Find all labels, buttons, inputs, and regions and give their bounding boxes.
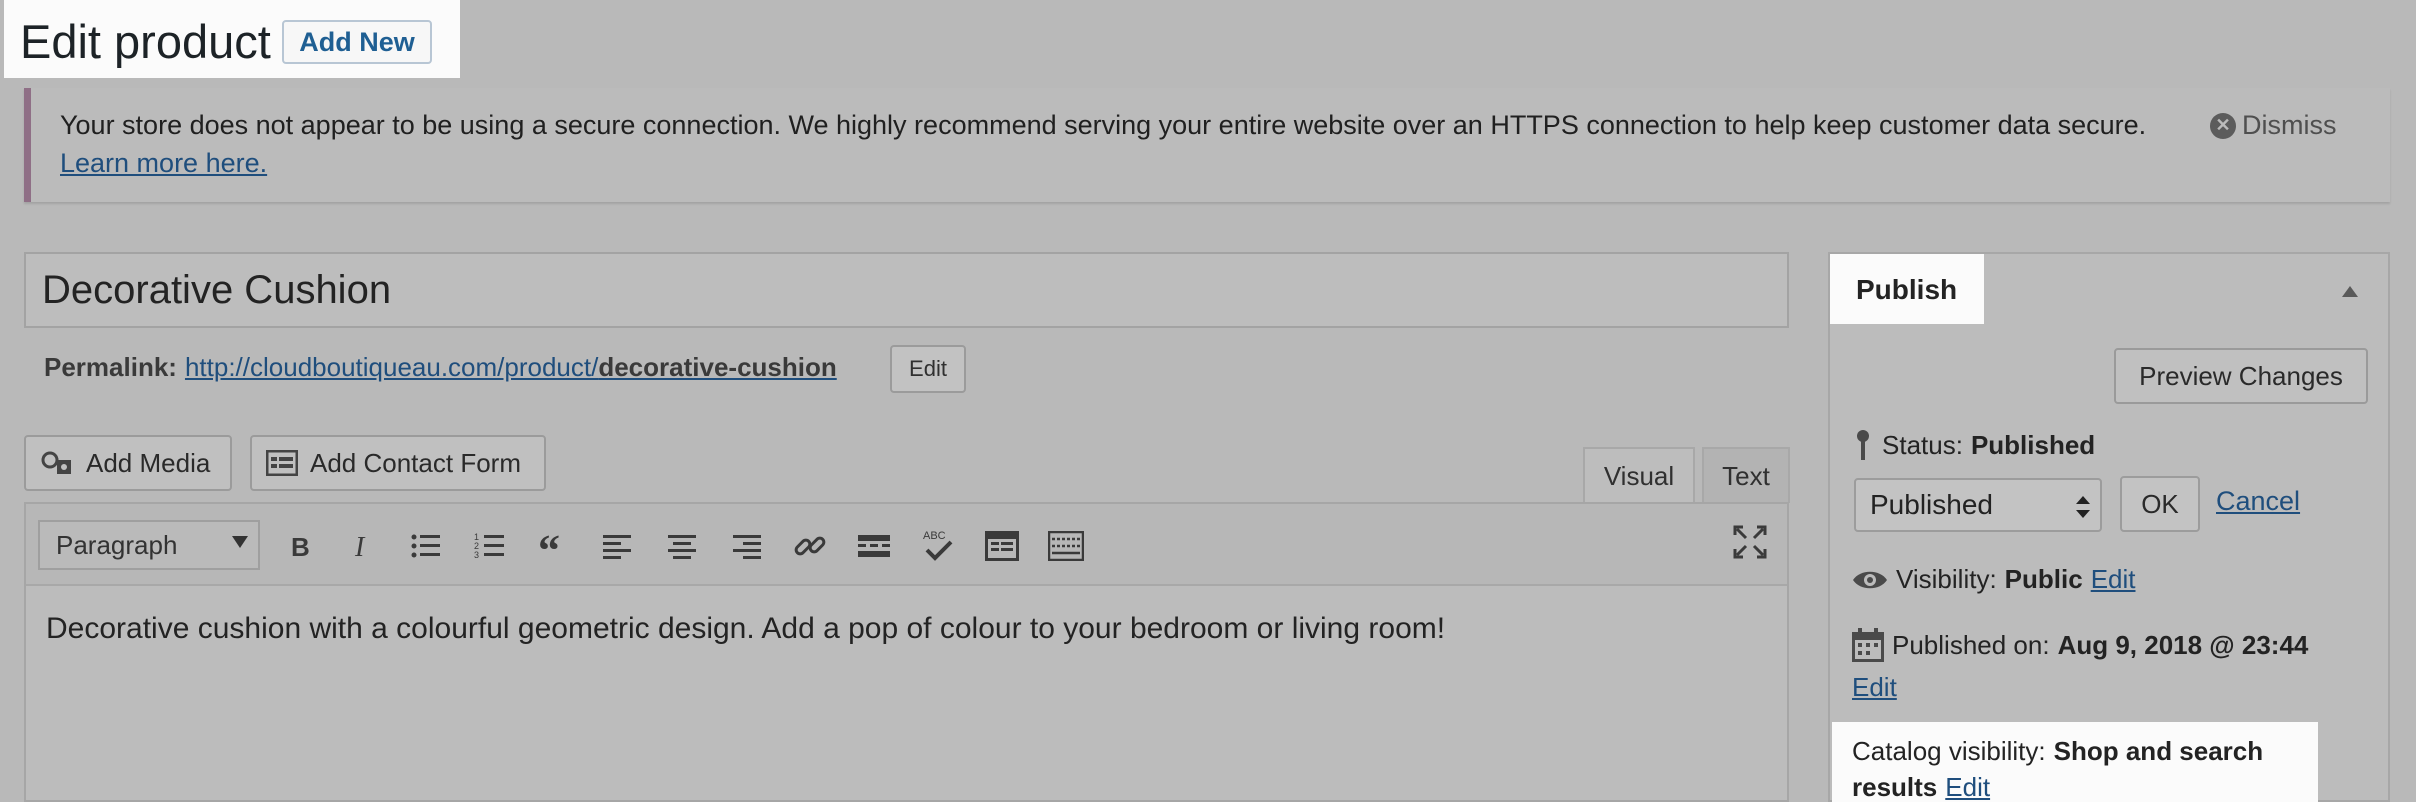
product-title-value: Decorative Cushion [42,268,392,312]
link-icon[interactable] [790,526,830,566]
learn-more-link[interactable]: Learn more here. [60,148,267,179]
svg-text:3: 3 [474,550,479,560]
published-on-label: Published on: [1892,629,2050,660]
add-contact-form-button[interactable]: Add Contact Form [250,435,546,491]
align-center-icon[interactable] [662,526,702,566]
pin-icon [1857,430,1869,460]
editor-content: Decorative cushion with a colourful geom… [46,612,1446,645]
read-more-icon[interactable] [854,526,894,566]
catalog-visibility-value: Shop and search [2053,736,2264,766]
catalog-visibility-value-2: results [1852,772,1938,802]
permalink-label: Permalink: [44,352,177,382]
tab-visual[interactable]: Visual [1583,447,1695,503]
add-media-button[interactable]: Add Media [24,435,232,491]
calendar-icon [1852,628,1884,662]
catalog-visibility-row: Catalog visibility: Shop and search [1852,736,2263,767]
fullscreen-icon[interactable] [1730,522,1770,562]
status-row: Status: Published [1852,428,2095,462]
italic-icon[interactable]: I [342,526,382,566]
toolbar-toggle-icon[interactable] [982,526,1022,566]
status-value: Published [1970,429,2096,460]
visibility-label: Visibility: [1896,564,1997,594]
eye-icon [1853,571,1887,588]
https-notice [24,88,2390,202]
chevron-down-icon [232,536,248,548]
status-label: Status: [1882,429,1963,460]
permalink-url[interactable]: http://cloudboutiqueau.com/product/decor… [185,352,837,383]
select-arrows-icon [2076,496,2090,518]
catalog-visibility-label: Catalog visibility: [1852,736,2046,766]
dismiss-label: Dismiss [2242,110,2337,140]
published-on-row: Published on: Aug 9, 2018 @ 23:44 [1852,628,2308,662]
ok-button[interactable]: OK [2120,476,2200,532]
collapse-icon[interactable] [2342,286,2358,297]
visibility-edit-link[interactable]: Edit [2091,564,2136,595]
svg-text:“: “ [538,531,560,561]
align-left-icon[interactable] [598,526,638,566]
permalink-edit-button[interactable]: Edit [890,345,966,393]
format-select[interactable]: Paragraph [38,520,260,570]
visibility-value: Public [2004,564,2083,594]
permalink-slug: decorative-cushion [598,352,837,382]
dismiss-button[interactable]: ✕ Dismiss [2210,110,2337,141]
numbered-list-icon[interactable]: 123 [470,526,510,566]
catalog-visibility-edit-link[interactable]: Edit [1945,772,1990,802]
bold-icon[interactable]: B [280,526,320,566]
published-on-edit-link[interactable]: Edit [1852,672,1897,703]
add-new-button[interactable]: Add New [282,20,432,64]
close-icon: ✕ [2210,112,2236,139]
svg-text:B: B [291,532,310,561]
status-select-value: Published [1870,489,1993,520]
permalink: Permalink: http://cloudboutiqueau.com/pr… [44,352,837,383]
media-icon [41,451,71,474]
form-icon [266,450,298,476]
blockquote-icon[interactable]: “ [534,526,574,566]
tab-text[interactable]: Text [1702,447,1790,503]
svg-text:ABC: ABC [923,530,946,542]
spellcheck-icon[interactable]: ABC [918,526,958,566]
preview-changes-button[interactable]: Preview Changes [2114,348,2368,404]
visibility-row: Visibility: Public Edit [1852,564,2136,595]
bullet-list-icon[interactable] [406,526,446,566]
page-title: Edit product [20,15,271,68]
svg-text:I: I [354,532,366,561]
status-select[interactable]: Published [1854,478,2102,532]
published-on-value: Aug 9, 2018 @ 23:44 [2057,629,2309,660]
publish-title: Publish [1856,274,1958,305]
keyboard-icon[interactable] [1046,526,1086,566]
notice-text: Your store does not appear to be using a… [60,110,2147,140]
cancel-link[interactable]: Cancel [2216,486,2300,517]
add-media-label: Add Media [86,447,211,478]
catalog-visibility-row-2: results Edit [1852,772,1990,802]
add-contact-form-label: Add Contact Form [310,447,521,478]
align-right-icon[interactable] [726,526,766,566]
